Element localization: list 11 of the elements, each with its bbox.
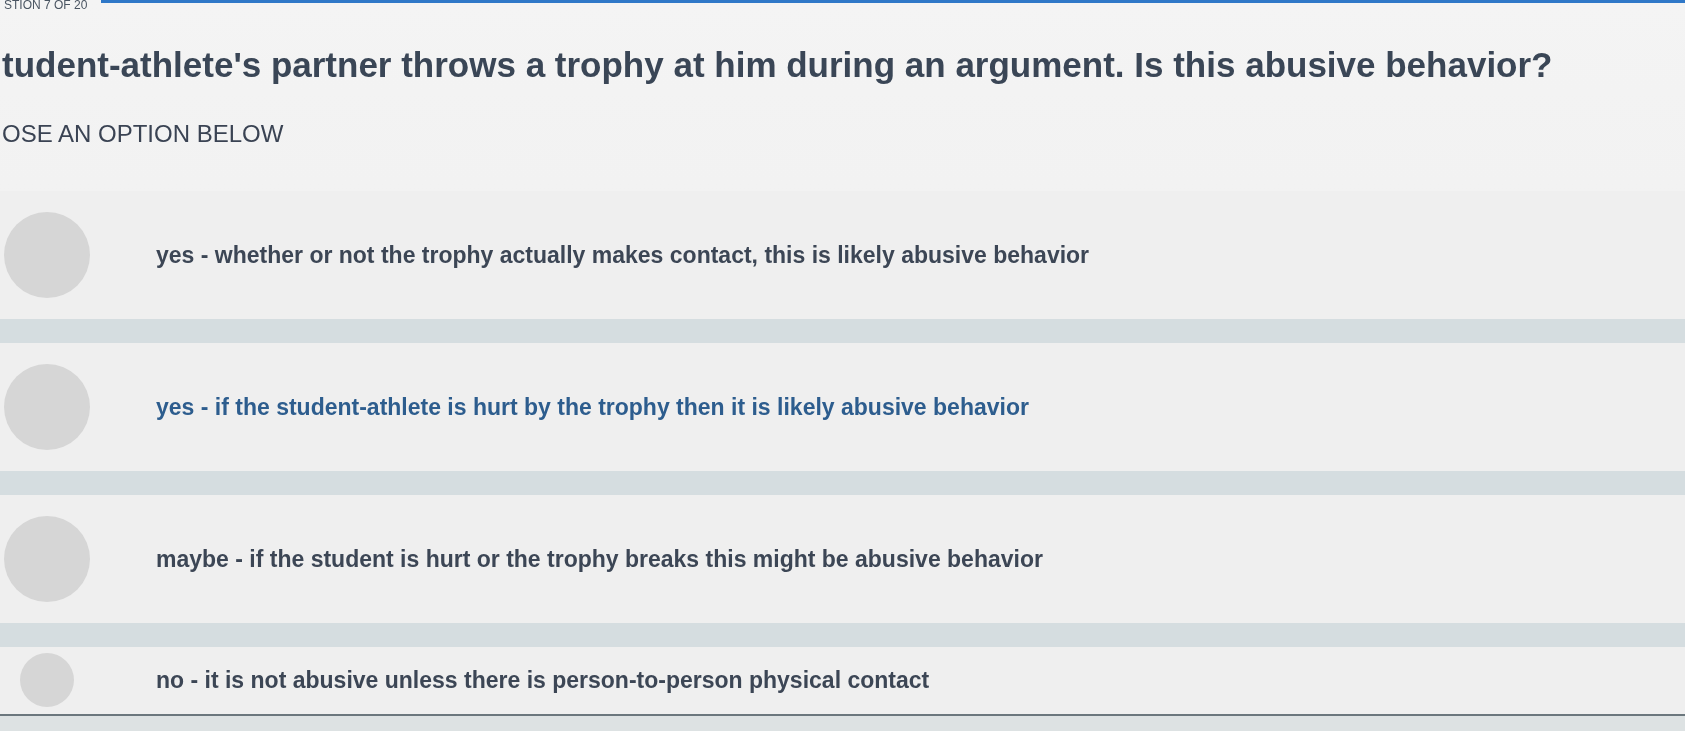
answer-option[interactable]: yes - whether or not the trophy actually makes contact, this is likely abusive behavior	[0, 190, 1685, 319]
answer-option[interactable]: yes - if the student-athlete is hurt by the trophy then it is likely abusive behavior	[0, 342, 1685, 471]
instruction-text: OSE AN OPTION BELOW	[2, 120, 285, 149]
question-text: tudent-athlete's partner throws a trophy at him during an argument. Is this abusive behavior?	[2, 44, 1554, 86]
radio-circle-icon[interactable]	[20, 653, 74, 708]
radio-circle-icon[interactable]	[4, 363, 90, 450]
radio-circle-icon[interactable]	[4, 211, 90, 298]
answer-option[interactable]: no - it is not abusive unless there is person-to-person physical contact	[0, 646, 1685, 714]
answer-option[interactable]: maybe - if the student is hurt or the trophy breaks this might be abusive behavior	[0, 494, 1685, 623]
progress-label: STION 7 OF 20	[3, 0, 88, 11]
radio-circle-icon[interactable]	[4, 515, 90, 602]
